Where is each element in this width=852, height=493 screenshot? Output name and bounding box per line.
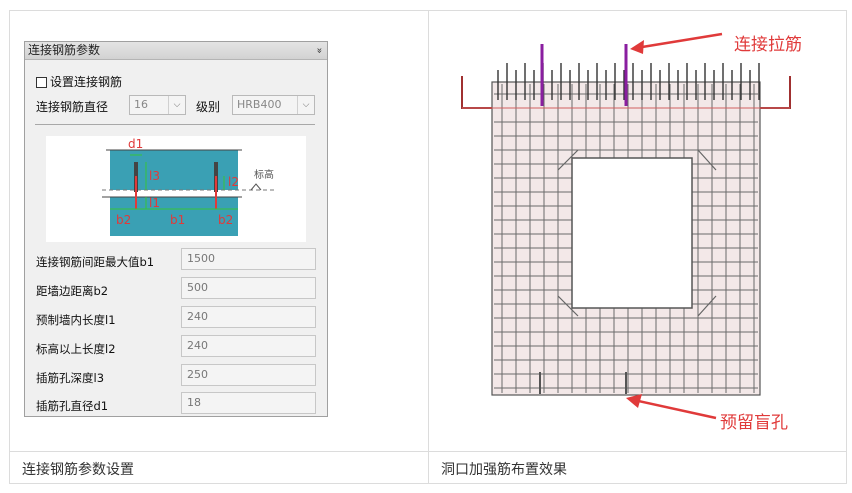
top-arrow [635,32,723,50]
grade-value: HRB400 [237,98,282,111]
field-input[interactable]: 500 [181,277,316,299]
left-hook-bar [461,76,492,109]
wall-reinforcement-drawing [461,32,791,420]
field-input[interactable]: 240 [181,306,316,328]
label-l2: l2 [228,175,239,189]
label-l3: l3 [149,169,160,183]
bottom-arrow [633,398,717,420]
label-l1: l1 [149,196,160,210]
upper-wall-block [110,150,238,190]
right-hook-bar [760,76,791,109]
chevron-down-icon: ⌵ [297,96,314,114]
grade-label: 级别 [196,100,221,114]
collapse-icon[interactable]: » [310,47,327,53]
diameter-select[interactable]: 16 ⌵ [129,95,186,115]
connection-rebar-panel: 连接钢筋参数 » 设置连接钢筋 连接钢筋直径 16 ⌵ 级别 HRB400 ⌵ [24,41,328,417]
set-connection-rebar-checkbox[interactable]: 设置连接钢筋 [36,73,122,90]
checkbox-box[interactable] [36,77,47,88]
field-label: 连接钢筋间距最大值b1 [36,255,155,269]
label-elevation: 标高 [254,168,274,181]
panel-title: 连接钢筋参数 [28,43,101,57]
schematic-svg: d1 l3 l2 l1 b2 b1 b2 标高 [102,137,276,242]
field-label: 距墙边距离b2 [36,284,109,298]
field-input[interactable]: 18 [181,392,316,414]
field-label: 标高以上长度l2 [36,342,116,356]
field-input[interactable]: 1500 [181,248,316,270]
rebar-schematic: d1 l3 l2 l1 b2 b1 b2 标高 [46,136,306,242]
caption-right: 洞口加强筋布置效果 [441,462,567,478]
panel-header: 连接钢筋参数 » [25,42,327,60]
caption-left: 连接钢筋参数设置 [22,462,134,478]
column-divider [428,10,429,484]
field-label: 插筋孔深度l3 [36,371,105,385]
label-b2-right: b2 [218,213,233,227]
separator-line [35,124,315,125]
field-input[interactable]: 240 [181,335,316,357]
label-b1: b1 [170,213,185,227]
lower-break-notch [170,236,182,242]
caption-divider [9,451,847,452]
opening [571,157,693,309]
annotation-blind-hole: 预留盲孔 [720,413,788,433]
upper-break-notch [170,142,182,150]
field-input[interactable]: 250 [181,364,316,386]
field-label: 预制墙内长度l1 [36,313,116,327]
annotation-connection-tie: 连接拉筋 [734,35,802,55]
diameter-value: 16 [134,98,148,111]
chevron-down-icon: ⌵ [168,96,185,114]
grade-select[interactable]: HRB400 ⌵ [232,95,315,115]
top-arrowhead [630,40,644,54]
field-label: 插筋孔直径d1 [36,399,109,413]
label-b2-left: b2 [116,213,131,227]
bottom-arrowhead [626,394,642,408]
checkbox-label: 设置连接钢筋 [50,75,123,89]
label-d1: d1 [128,137,143,151]
elevation-marker [250,183,262,191]
diameter-label: 连接钢筋直径 [36,100,109,114]
